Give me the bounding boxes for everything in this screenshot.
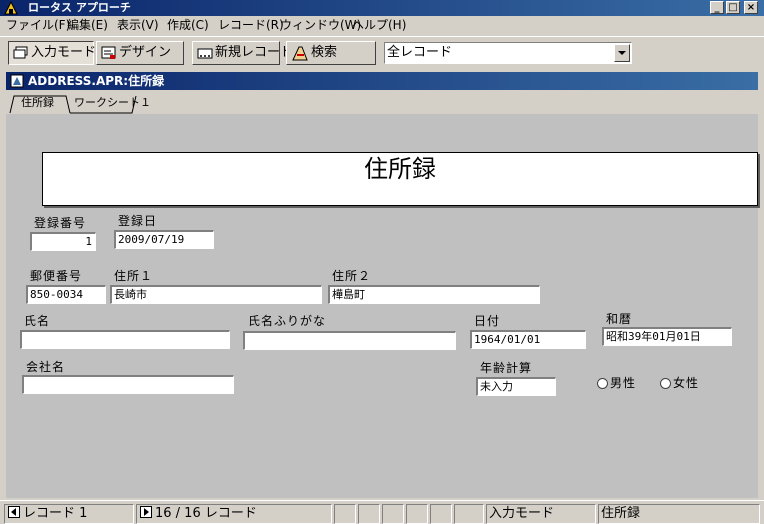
close-button[interactable]: × <box>744 1 758 14</box>
company-field[interactable] <box>22 375 234 394</box>
reg-no-field[interactable]: 1 <box>30 232 96 251</box>
app-title: ロータス アプローチ <box>28 1 131 14</box>
age-field[interactable]: 未入力 <box>476 377 556 396</box>
age-label: 年齢計算 <box>480 361 533 375</box>
document-icon <box>10 74 24 88</box>
previous-record-icon[interactable] <box>8 506 20 518</box>
status-panel-e <box>430 504 452 524</box>
design-icon <box>101 46 116 59</box>
reg-date-label: 登録日 <box>118 214 158 228</box>
chevron-down-icon[interactable] <box>614 44 630 62</box>
address1-label: 住所１ <box>114 269 154 283</box>
male-radio[interactable] <box>597 378 608 389</box>
address2-label: 住所２ <box>332 269 372 283</box>
approach-logo-icon <box>4 1 18 15</box>
find-label: 検索 <box>311 45 338 60</box>
status-bar: レコード 1 16 / 16 レコード 入力モード 住所録 <box>0 500 764 524</box>
find-icon <box>292 46 308 60</box>
address1-field[interactable]: 長崎市 <box>110 285 322 304</box>
company-label: 会社名 <box>26 360 66 374</box>
form-heading-box: 住所録 <box>42 152 758 206</box>
menu-bar: ファイル(F) 編集(E) 表示(V) 作成(C) レコード(R) ウィンドウ(… <box>0 16 764 34</box>
menu-help[interactable]: ヘルプ(H) <box>352 18 406 32</box>
wareki-field[interactable]: 昭和39年01月01日 <box>602 327 732 346</box>
document-title-bar: ADDRESS.APR:住所録 <box>6 72 758 90</box>
menu-edit[interactable]: 編集(E) <box>67 18 108 32</box>
minimize-button[interactable]: _ <box>710 1 724 14</box>
female-radio[interactable] <box>660 378 671 389</box>
form-heading: 住所録 <box>364 155 436 183</box>
new-record-icon <box>197 48 213 58</box>
tab-address-book[interactable]: 住所録 <box>21 95 54 111</box>
app-title-bar: ロータス アプローチ _ □ × <box>0 0 764 16</box>
new-record-label: 新規レコード <box>215 45 294 60</box>
name-kana-label: 氏名ふりがな <box>248 314 327 328</box>
status-panel-c <box>382 504 404 524</box>
reg-date-field[interactable]: 2009/07/19 <box>114 230 214 249</box>
status-panel-a <box>334 504 356 524</box>
next-record-icon[interactable] <box>140 506 152 518</box>
postal-field[interactable]: 850-0034 <box>26 285 106 304</box>
status-count-panel: 16 / 16 レコード <box>136 504 332 524</box>
status-view-panel[interactable]: 住所録 <box>598 504 760 524</box>
male-label: 男性 <box>610 376 637 390</box>
status-record-count: 16 / 16 レコード <box>155 506 257 521</box>
status-mode-panel[interactable]: 入力モード <box>486 504 596 524</box>
name-kana-field[interactable] <box>243 331 456 350</box>
wareki-label: 和暦 <box>606 312 633 326</box>
status-panel-f <box>454 504 484 524</box>
postal-label: 郵便番号 <box>30 269 83 283</box>
browse-mode-label: 入力モード <box>31 45 97 60</box>
menu-file[interactable]: ファイル(F) <box>6 18 70 32</box>
find-button[interactable]: 検索 <box>286 41 376 65</box>
date-field[interactable]: 1964/01/01 <box>470 330 586 349</box>
maximize-button[interactable]: □ <box>726 1 740 14</box>
status-mode: 入力モード <box>489 506 555 521</box>
menu-record[interactable]: レコード(R) <box>218 18 284 32</box>
new-record-button[interactable]: 新規レコード <box>192 41 293 65</box>
browse-icon <box>13 46 28 58</box>
toolbar: 入力モード デザイン 新規レコード 検索 全レコード <box>0 36 764 68</box>
menu-create[interactable]: 作成(C) <box>167 18 209 32</box>
status-record-label: レコード 1 <box>23 506 88 521</box>
design-label: デザイン <box>119 45 172 60</box>
name-label: 氏名 <box>24 314 51 328</box>
date-label: 日付 <box>474 314 501 328</box>
status-record-panel: レコード 1 <box>4 504 134 524</box>
design-button[interactable]: デザイン <box>96 41 184 65</box>
menu-view[interactable]: 表示(V) <box>117 18 159 32</box>
menu-window[interactable]: ウィンドウ(W) <box>280 18 361 32</box>
female-label: 女性 <box>673 376 700 390</box>
found-set-value: 全レコード <box>387 45 453 60</box>
document-title: ADDRESS.APR:住所録 <box>28 74 165 88</box>
view-tabs: 住所録 ワークシート１ <box>6 92 758 114</box>
browse-mode-button[interactable]: 入力モード <box>8 41 97 65</box>
address2-field[interactable]: 樺島町 <box>328 285 540 304</box>
status-panel-b <box>358 504 380 524</box>
tab-worksheet-1[interactable]: ワークシート１ <box>74 95 151 111</box>
status-panel-d <box>406 504 428 524</box>
status-view: 住所録 <box>601 506 641 521</box>
found-set-select[interactable]: 全レコード <box>384 42 632 64</box>
name-field[interactable] <box>20 330 230 349</box>
reg-no-label: 登録番号 <box>34 216 87 230</box>
